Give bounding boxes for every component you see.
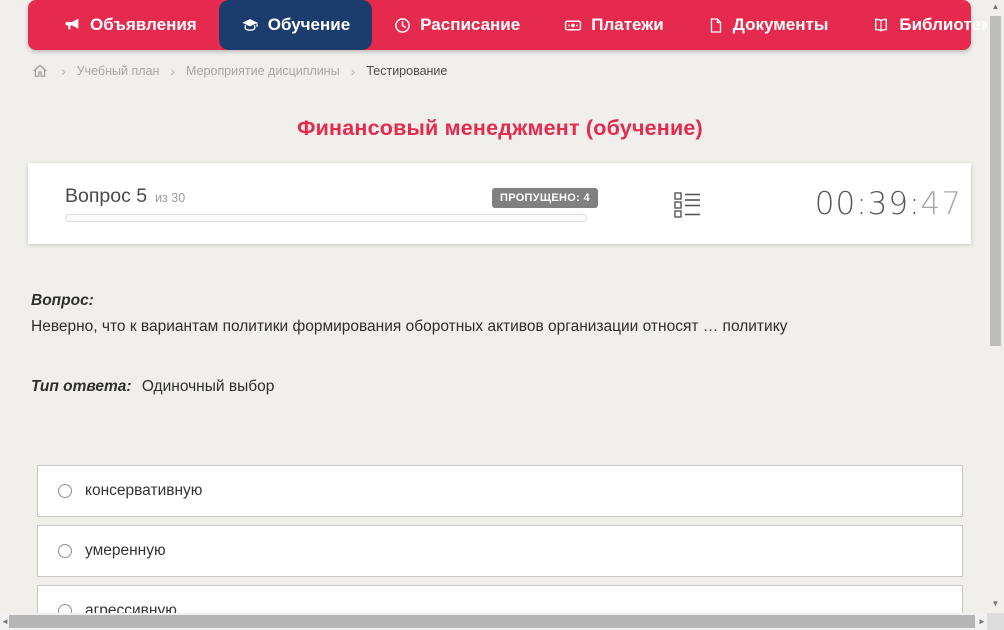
horizontal-scrollbar-thumb[interactable] <box>9 615 975 628</box>
scroll-down-arrow-icon[interactable]: ▼ <box>987 597 1004 611</box>
answer-option-conservative[interactable]: консервативную <box>37 465 963 517</box>
breadcrumb-separator: › <box>170 63 176 79</box>
answer-type-row: Тип ответа: Одиночный выбор <box>31 378 274 396</box>
page: Объявления Обучение Расписание Платежи Д… <box>0 0 1004 630</box>
breadcrumb: › Учебный план › Мероприятие дисциплины … <box>32 63 447 79</box>
nav-item-label: Документы <box>732 15 829 34</box>
nav-item-announcements[interactable]: Объявления <box>42 0 219 50</box>
book-icon <box>875 18 888 32</box>
nav-item-documents[interactable]: Документы <box>686 0 851 50</box>
nav-item-learning[interactable]: Обучение <box>218 0 373 50</box>
option-label: умеренную <box>85 542 166 559</box>
timer-seconds: 47 <box>920 186 962 222</box>
timer: 00:39:47 <box>815 186 962 222</box>
question-text: Неверно, что к вариантам политики формир… <box>31 318 788 335</box>
question-number: Вопрос 5 <box>65 185 148 207</box>
nav-item-label: Объявления <box>90 15 197 34</box>
nav-item-library[interactable]: Библиотека <box>850 0 1004 50</box>
nav-item-label: Обучение <box>267 15 351 34</box>
breadcrumb-separator: › <box>61 63 66 79</box>
answer-type-value: Одиночный выбор <box>141 378 275 395</box>
graduation-cap-icon <box>242 18 258 31</box>
skipped-badge: ПРОПУЩЕНО: 4 <box>492 188 598 208</box>
page-title: Финансовый менеджмент (обучение) <box>297 116 703 140</box>
progress-bar <box>65 214 587 222</box>
breadcrumb-item-discipline-event[interactable]: Мероприятие дисциплины <box>186 64 340 78</box>
scrollbar-corner <box>987 613 1004 630</box>
banknote-icon <box>565 20 582 30</box>
vertical-scrollbar-thumb[interactable] <box>990 16 1001 346</box>
nav-item-label: Платежи <box>591 15 664 34</box>
megaphone-icon <box>65 18 79 29</box>
radio-button[interactable] <box>58 484 72 498</box>
clock-icon <box>395 17 411 33</box>
vertical-scrollbar[interactable]: ▲ ▼ <box>987 0 1004 613</box>
breadcrumb-item-study-plan[interactable]: Учебный план <box>77 64 160 78</box>
breadcrumb-item-testing: Тестирование <box>366 64 448 78</box>
question-list-button[interactable] <box>674 191 701 224</box>
question-list-icon <box>674 192 700 218</box>
scroll-up-arrow-icon[interactable]: ▲ <box>987 0 1004 14</box>
nav-item-label: Расписание <box>420 15 521 34</box>
document-icon <box>710 17 721 33</box>
question-label: Вопрос: <box>31 292 94 309</box>
timer-main: 00:39: <box>814 186 921 222</box>
horizontal-scrollbar[interactable]: ◄ ► <box>0 613 987 630</box>
question-total: из 30 <box>155 191 186 205</box>
option-label: консервативную <box>85 482 203 499</box>
nav-item-payments[interactable]: Платежи <box>542 0 686 50</box>
main-nav: Объявления Обучение Расписание Платежи Д… <box>28 0 999 50</box>
question-number-row: Вопрос 5 из 30 <box>65 185 185 208</box>
radio-button[interactable] <box>58 544 72 558</box>
nav-item-label: Библиотека <box>899 15 1000 34</box>
nav-item-schedule[interactable]: Расписание <box>372 0 542 50</box>
breadcrumb-separator: › <box>350 63 356 79</box>
answer-type-label: Тип ответа: <box>31 378 132 395</box>
question-card: Вопрос 5 из 30 ПРОПУЩЕНО: 4 00:39:47 <box>28 163 971 244</box>
home-icon[interactable] <box>32 63 48 79</box>
answer-option-moderate[interactable]: умеренную <box>37 525 963 577</box>
scroll-right-arrow-icon[interactable]: ► <box>977 613 987 630</box>
